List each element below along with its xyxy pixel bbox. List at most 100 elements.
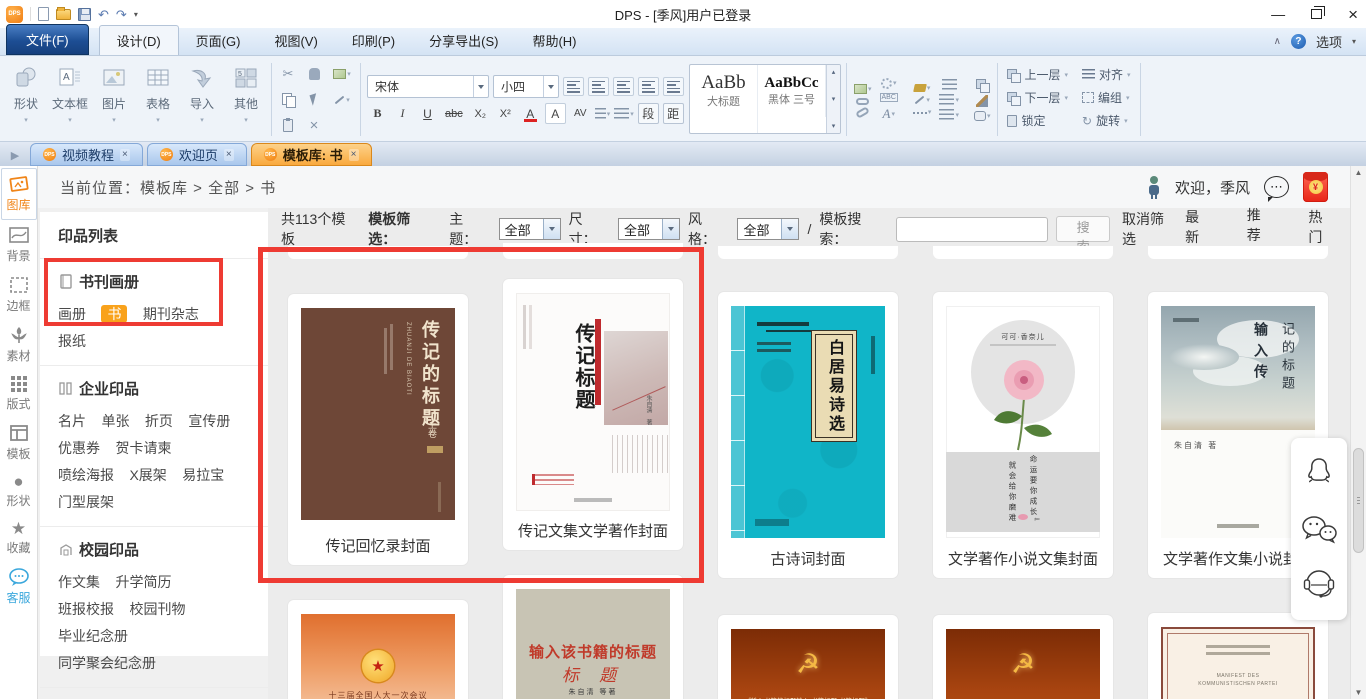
text-effect-button[interactable]: A▾ <box>880 106 898 122</box>
size-select[interactable]: 全部 <box>618 218 680 240</box>
nav-item-layout[interactable]: 版式 <box>1 370 37 418</box>
underline-button[interactable]: U <box>417 103 438 124</box>
italic-button[interactable]: I <box>392 103 413 124</box>
nav-item-gallery[interactable]: 图库 <box>1 168 37 220</box>
cut-button[interactable]: ✂ <box>283 66 294 82</box>
options-button[interactable]: 选项 <box>1316 32 1342 51</box>
template-card[interactable]: 传记标题 朱自清 著 传记文集文学著作封面 <box>503 279 683 550</box>
sidebar-item[interactable]: 单张 <box>101 413 129 429</box>
qq-icon[interactable] <box>1302 456 1336 494</box>
open-folder-icon[interactable] <box>56 9 71 20</box>
sidebar-item[interactable]: 升学简历 <box>115 574 171 590</box>
send-backward-button[interactable]: 下一层▾ <box>1007 89 1068 106</box>
shape-style-button[interactable]: ▾ <box>974 111 991 121</box>
template-card[interactable]: 输入该书籍的标题 标 题 朱自清 等著 <box>503 575 683 699</box>
theme-select[interactable]: 全部 <box>499 218 561 240</box>
gallery-down-icon[interactable]: ▾ <box>832 95 836 103</box>
minimize-button[interactable]: — <box>1271 7 1285 21</box>
sidebar-item[interactable]: 校园刊物 <box>129 601 185 617</box>
template-card[interactable]: ☭ <box>933 615 1113 699</box>
font-color-button[interactable]: A <box>520 103 541 124</box>
align-right-button[interactable] <box>613 77 634 96</box>
sidebar-item-book-selected[interactable]: 书 <box>101 305 127 323</box>
nav-item-customer-service[interactable]: 客服 <box>1 562 37 612</box>
doc-tab-welcome[interactable]: DPS 欢迎页 × <box>147 143 247 166</box>
font-name-select[interactable]: 宋体 <box>367 75 489 98</box>
undo-icon[interactable]: ↶ <box>98 8 109 21</box>
sidebar-item[interactable]: 同学聚会纪念册 <box>58 655 156 671</box>
search-button[interactable]: 搜索 <box>1056 216 1110 242</box>
highlight-color-button[interactable]: A <box>545 103 566 124</box>
template-card[interactable]: ZHUANJI DE BIAOTI 传记的标题 上卷 传记回忆录封面 <box>288 294 468 565</box>
nav-item-border[interactable]: 边框 <box>1 270 37 320</box>
cancel-filter-button[interactable]: 取消筛选 <box>1122 209 1177 249</box>
style-preset-heiti[interactable]: AaBbCc 黑体 三号 <box>758 65 826 117</box>
bold-button[interactable]: B <box>367 103 388 124</box>
nav-item-background[interactable]: 背景 <box>1 220 37 270</box>
edit-points-button[interactable]: ▾ <box>334 96 350 104</box>
sidebar-item[interactable]: 折页 <box>145 413 173 429</box>
shape-button[interactable]: 形状 ▾ <box>4 58 48 141</box>
red-packet-icon[interactable]: ¥ <box>1303 172 1328 202</box>
spellcheck-button[interactable]: ABC <box>880 93 898 102</box>
delete-button[interactable]: × <box>310 117 319 134</box>
picture-tool-button[interactable]: ▾ <box>333 69 351 79</box>
style-select[interactable]: 全部 <box>737 218 799 240</box>
template-card[interactable]: ★ 十三届全国人大一次会议 <box>288 600 468 699</box>
menu-tab-share-export[interactable]: 分享导出(S) <box>412 26 515 55</box>
nav-item-shape[interactable]: ● 形状 <box>1 468 37 515</box>
paragraph-button[interactable]: 段 <box>638 103 659 124</box>
dash-style-button[interactable]: ▾ <box>913 108 932 116</box>
sidebar-item[interactable]: 门型展架 <box>58 494 114 510</box>
import-button[interactable]: 导入 ▾ <box>180 58 224 141</box>
line-weight-icon[interactable]: ▾ <box>939 109 959 120</box>
menu-tab-print[interactable]: 印刷(P) <box>335 26 412 55</box>
nav-item-material[interactable]: 素材 <box>1 320 37 370</box>
scrollbar-thumb[interactable] <box>1353 448 1364 553</box>
close-icon[interactable]: × <box>224 149 234 161</box>
doc-tab-video-tutorial[interactable]: DPS 视频教程 × <box>30 143 143 166</box>
collapse-ribbon-icon[interactable]: ∧ <box>1274 36 1281 47</box>
template-search-input[interactable] <box>896 217 1048 242</box>
nav-item-favorites[interactable]: ★ 收藏 <box>1 515 37 562</box>
sidebar-item-journal[interactable]: 期刊杂志 <box>143 306 199 322</box>
close-button[interactable]: × <box>1348 6 1358 23</box>
gallery-more-icon[interactable]: ▾ <box>832 122 836 130</box>
other-button[interactable]: 5 其他 ▾ <box>224 58 268 141</box>
image-button[interactable]: 图片 ▾ <box>92 58 136 141</box>
select-cursor-button[interactable] <box>311 94 318 105</box>
sidebar-item[interactable]: 名片 <box>58 413 86 429</box>
nav-item-template[interactable]: 模板 <box>1 418 37 468</box>
subscript-button[interactable]: X₂ <box>470 103 491 124</box>
remove-link-button[interactable] <box>854 109 872 116</box>
doc-tab-template-library[interactable]: DPS 模板库: 书 × <box>251 143 372 166</box>
sidebar-item[interactable]: 班报校报 <box>58 601 114 617</box>
restore-button[interactable] <box>1311 9 1322 19</box>
quick-access-dropdown-icon[interactable]: ▾ <box>134 10 138 19</box>
replace-image-button[interactable]: ▾ <box>854 84 872 94</box>
align-objects-button[interactable]: 对齐▾ <box>1082 66 1131 83</box>
table-button[interactable]: 表格 ▾ <box>136 58 180 141</box>
gallery-scrollbar[interactable]: ▴ ▾ ▾ <box>826 65 840 133</box>
outline-color-button[interactable]: ▾ <box>913 96 932 104</box>
pan-hand-button[interactable] <box>309 68 320 80</box>
text-direction-button[interactable] <box>663 77 684 96</box>
wechat-icon[interactable] <box>1299 513 1339 547</box>
sidebar-item[interactable]: 优惠券 <box>58 440 100 456</box>
template-card[interactable]: MANIFEST DES KOMMUNISTISCHEN PARTEI 书籍的标… <box>1148 613 1328 699</box>
align-center-button[interactable] <box>588 77 609 96</box>
lock-button[interactable]: 锁定 <box>1007 112 1068 129</box>
scroll-down-icon[interactable]: ▼ <box>1351 688 1366 697</box>
template-card[interactable]: 白居易诗选 古诗词封面 <box>718 292 898 578</box>
sidebar-item-huace[interactable]: 画册 <box>58 306 86 322</box>
line-spacing-button[interactable]: ▾ <box>595 108 611 119</box>
sidebar-item[interactable]: X展架 <box>129 467 166 483</box>
indent-lines-icon[interactable] <box>939 79 959 90</box>
sidebar-item-newspaper[interactable]: 报纸 <box>58 333 86 349</box>
template-card[interactable]: ☭ 《输入书籍的标题输入 书籍标题 书籍标题》 <box>718 615 898 699</box>
fill-color-button[interactable]: ▾ <box>913 84 932 92</box>
effect-settings-button[interactable]: ▾ <box>880 78 898 89</box>
font-size-select[interactable]: 小四 <box>493 75 559 98</box>
close-icon[interactable]: × <box>349 149 359 161</box>
char-spacing-button[interactable]: AV <box>570 103 591 124</box>
